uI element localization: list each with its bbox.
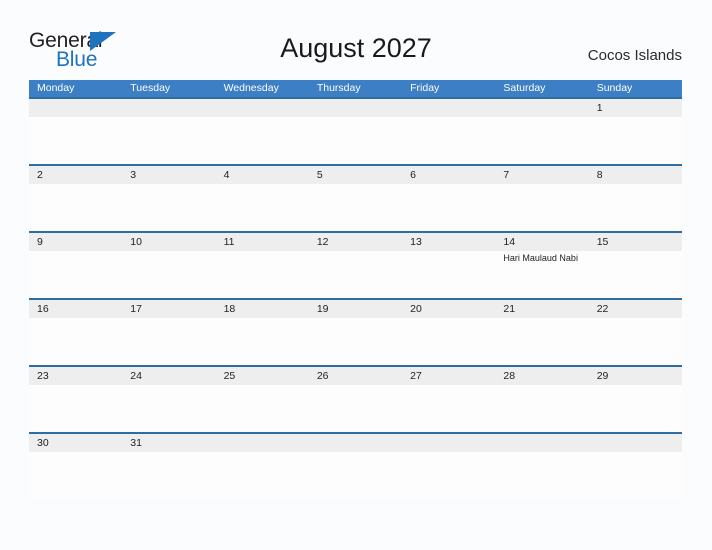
day-cell[interactable]: 4 [216,166,309,231]
weekday-header-row: Monday Tuesday Wednesday Thursday Friday… [29,80,682,97]
day-cell[interactable]: 26 [309,367,402,432]
weekday-header-thursday: Thursday [316,82,361,94]
day-number: 5 [316,169,323,181]
day-number: 16 [37,303,49,315]
calendar-page: General Blue August 2027 Cocos Islands M… [0,0,712,550]
day-number: 28 [503,370,516,382]
day-cell[interactable] [309,434,402,499]
day-number: 23 [37,370,49,382]
day-number: 8 [596,169,603,181]
day-cell[interactable]: 25 [216,367,309,432]
day-cell[interactable] [122,99,215,164]
day-number: 18 [223,303,236,315]
day-cell[interactable]: 3 [122,166,215,231]
day-number: 27 [410,370,422,382]
day-number: 17 [130,303,142,315]
day-cell[interactable]: 9 [29,233,122,298]
day-number: 4 [223,169,230,181]
day-number: 2 [37,169,43,181]
day-cell[interactable]: 5 [309,166,402,231]
day-cell[interactable]: 17 [122,300,215,365]
day-cell[interactable]: 7 [495,166,588,231]
weekday-header-sunday: Sunday [596,82,633,94]
weekday-header-saturday: Saturday [503,82,546,94]
day-number: 24 [130,370,142,382]
day-number: 7 [503,169,510,181]
day-number: 19 [316,303,329,315]
day-cell[interactable] [402,434,495,499]
day-cell[interactable]: 15 [589,233,682,298]
weekday-header-tuesday: Tuesday [130,82,171,94]
day-number: 22 [596,303,609,315]
calendar-week-row: 9 10 11 12 13 14 Hari Maulaud Nabi 15 [29,231,682,298]
day-cell[interactable]: 2 [29,166,122,231]
day-cell[interactable] [309,99,402,164]
day-cell[interactable]: 29 [589,367,682,432]
day-cell[interactable]: 24 [122,367,215,432]
location-label: Cocos Islands [587,47,682,64]
day-number: 6 [410,169,416,181]
day-cell[interactable]: 11 [216,233,309,298]
day-cell[interactable]: 8 [589,166,682,231]
weekday-header-monday: Monday [37,82,75,94]
day-event: Hari Maulaud Nabi [503,253,578,263]
calendar-week-row: 1 [29,97,682,164]
day-cell[interactable]: 23 [29,367,122,432]
day-number: 14 [503,236,516,248]
day-number: 11 [223,236,235,248]
day-cell[interactable]: 18 [216,300,309,365]
calendar-week-row: 30 31 [29,432,682,499]
calendar-grid: Monday Tuesday Wednesday Thursday Friday… [29,80,682,499]
day-number: 12 [316,236,329,248]
weekday-header-wednesday: Wednesday [223,82,279,94]
day-cell[interactable] [216,99,309,164]
day-cell[interactable]: 16 [29,300,122,365]
day-cell[interactable]: 1 [589,99,682,164]
day-cell[interactable]: 14 Hari Maulaud Nabi [495,233,588,298]
page-header: General Blue August 2027 Cocos Islands [0,0,712,80]
calendar-week-row: 23 24 25 26 27 28 29 [29,365,682,432]
day-number: 13 [410,236,422,248]
day-number: 1 [596,102,603,114]
day-cell[interactable] [589,434,682,499]
day-cell[interactable]: 20 [402,300,495,365]
day-cell[interactable]: 21 [495,300,588,365]
day-cell[interactable]: 19 [309,300,402,365]
day-cell[interactable]: 13 [402,233,495,298]
day-number: 30 [37,437,49,449]
day-number: 29 [596,370,609,382]
day-cell[interactable]: 27 [402,367,495,432]
weekday-header-friday: Friday [410,82,440,94]
day-number: 15 [596,236,609,248]
day-number: 25 [223,370,236,382]
calendar-week-row: 2 3 4 5 6 7 8 [29,164,682,231]
day-number: 20 [410,303,422,315]
day-cell[interactable] [495,434,588,499]
day-cell[interactable]: 6 [402,166,495,231]
day-cell[interactable] [402,99,495,164]
day-number: 26 [316,370,329,382]
day-number: 21 [503,303,516,315]
calendar-week-row: 16 17 18 19 20 21 22 [29,298,682,365]
day-cell[interactable] [495,99,588,164]
day-cell[interactable]: 10 [122,233,215,298]
day-cell[interactable]: 12 [309,233,402,298]
day-cell[interactable] [29,99,122,164]
day-number: 9 [37,236,43,248]
day-cell[interactable]: 30 [29,434,122,499]
day-cell[interactable]: 28 [495,367,588,432]
day-cell[interactable]: 31 [122,434,215,499]
day-cell[interactable] [216,434,309,499]
day-number: 3 [130,169,137,181]
day-number: 10 [130,236,142,248]
day-cell[interactable]: 22 [589,300,682,365]
day-number: 31 [130,437,142,449]
